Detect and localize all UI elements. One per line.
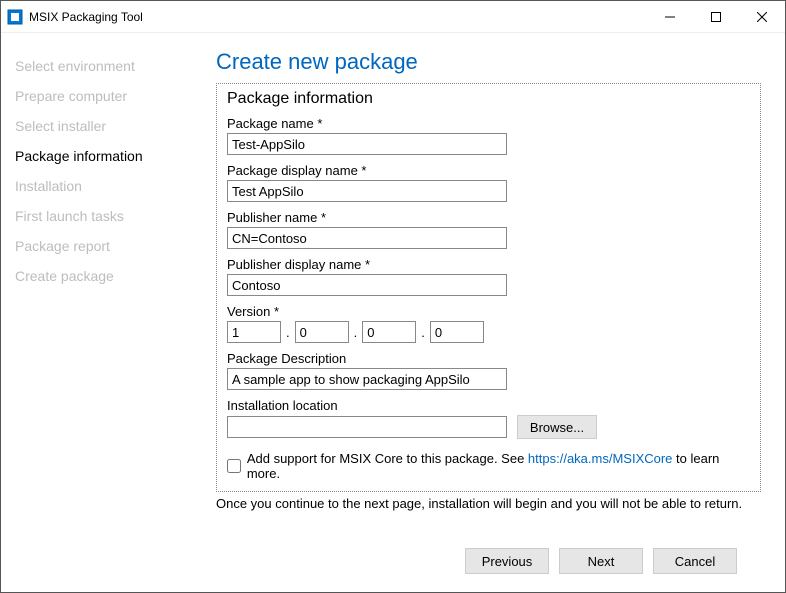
publisher-display-input[interactable] [227,274,507,296]
package-name-label: Package name * [227,116,750,131]
version-revision-input[interactable] [430,321,484,343]
sidebar-item-package-information[interactable]: Package information [15,141,182,171]
browse-button[interactable]: Browse... [517,415,597,439]
version-build-input[interactable] [362,321,416,343]
version-row: . . . [227,321,750,343]
maximize-button[interactable] [693,1,739,32]
sidebar-item-select-installer[interactable]: Select installer [15,111,182,141]
continue-note: Once you continue to the next page, inst… [216,496,761,511]
install-location-row: Browse... [227,415,750,439]
sidebar: Select environment Prepare computer Sele… [1,33,196,592]
version-dot: . [353,325,359,340]
description-label: Package Description [227,351,750,366]
app-icon [7,9,23,25]
sidebar-item-create-package[interactable]: Create package [15,261,182,291]
publisher-display-label: Publisher display name * [227,257,750,272]
window-title: MSIX Packaging Tool [29,10,647,24]
section-title: Package information [227,90,750,108]
package-info-panel: Package information Package name * Packa… [216,83,761,492]
main-content: Create new package Package information P… [196,33,785,592]
app-window: MSIX Packaging Tool Select environment P… [0,0,786,593]
previous-button[interactable]: Previous [465,548,549,574]
version-label: Version * [227,304,750,319]
description-input[interactable] [227,368,507,390]
msix-core-row: Add support for MSIX Core to this packag… [227,451,750,481]
window-controls [647,1,785,32]
titlebar: MSIX Packaging Tool [1,1,785,33]
window-body: Select environment Prepare computer Sele… [1,33,785,592]
version-dot: . [285,325,291,340]
msix-core-link[interactable]: https://aka.ms/MSIXCore [528,451,673,466]
sidebar-item-package-report[interactable]: Package report [15,231,182,261]
sidebar-item-first-launch-tasks[interactable]: First launch tasks [15,201,182,231]
publisher-name-input[interactable] [227,227,507,249]
sidebar-item-prepare-computer[interactable]: Prepare computer [15,81,182,111]
display-name-label: Package display name * [227,163,750,178]
cancel-button[interactable]: Cancel [653,548,737,574]
install-location-label: Installation location [227,398,750,413]
display-name-input[interactable] [227,180,507,202]
version-major-input[interactable] [227,321,281,343]
close-button[interactable] [739,1,785,32]
msix-core-checkbox[interactable] [227,459,241,473]
footer: Previous Next Cancel [216,534,761,592]
sidebar-item-select-environment[interactable]: Select environment [15,51,182,81]
install-location-input[interactable] [227,416,507,438]
package-name-input[interactable] [227,133,507,155]
msix-core-text: Add support for MSIX Core to this packag… [247,451,750,481]
minimize-button[interactable] [647,1,693,32]
page-title: Create new package [216,49,761,75]
version-minor-input[interactable] [295,321,349,343]
publisher-name-label: Publisher name * [227,210,750,225]
sidebar-item-installation[interactable]: Installation [15,171,182,201]
next-button[interactable]: Next [559,548,643,574]
msix-core-prefix: Add support for MSIX Core to this packag… [247,451,528,466]
version-dot: . [420,325,426,340]
